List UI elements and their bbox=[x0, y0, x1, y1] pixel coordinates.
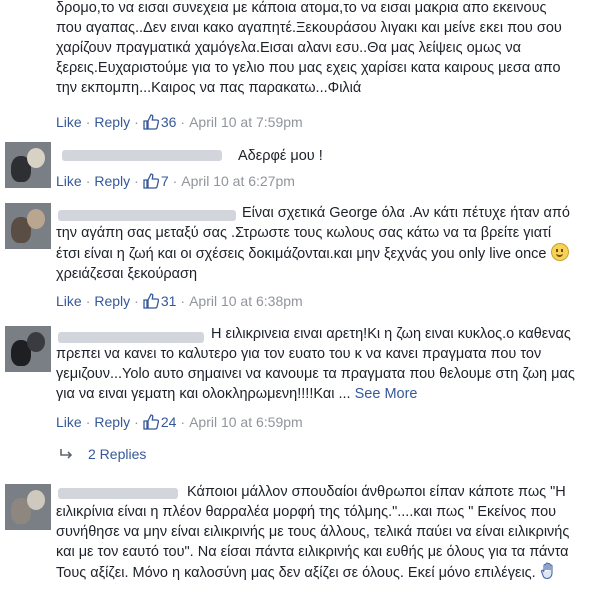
comment-text-line: ξερεις.Ευχαριστούμε για το γελιο που μας… bbox=[56, 60, 561, 76]
like-button[interactable]: Like bbox=[56, 173, 82, 189]
avatar[interactable] bbox=[5, 484, 51, 530]
comment-text-line: χαρίζουν πραγματικά χαμόγελα.Εισαι αλανι… bbox=[56, 40, 521, 56]
comment-text-line: πρεπει να κανει το καλυτερο για τον ευατ… bbox=[56, 346, 542, 362]
reply-button[interactable]: Reply bbox=[94, 173, 130, 189]
reply-button[interactable]: Reply bbox=[94, 293, 130, 309]
like-count[interactable]: 24 bbox=[161, 414, 177, 430]
avatar[interactable] bbox=[5, 203, 51, 249]
avatar[interactable] bbox=[5, 142, 51, 188]
comment-text-line: και με τον εαυτό του". Να είσαι πάντα ει… bbox=[56, 544, 569, 560]
comment-text-line: την αγάπη σας μεταξύ σας .Στρωστε τους κ… bbox=[56, 225, 552, 241]
comment-text-line: Είναι σχετικά George όλα .Αν κάτι πέτυχε… bbox=[242, 205, 570, 221]
timestamp[interactable]: April 10 at 6:59pm bbox=[189, 414, 303, 430]
smiley-emoji-icon bbox=[550, 243, 569, 261]
comment-4-actions: Like · Reply · 24 · April 10 at 6:59pm bbox=[56, 414, 303, 430]
comment-text-line: έτσι είναι η ζωή και οι σχέσεις δοκιμάζο… bbox=[56, 243, 570, 264]
avatar[interactable] bbox=[5, 326, 51, 372]
timestamp[interactable]: April 10 at 6:38pm bbox=[189, 293, 303, 309]
comment-text-line: την εκπομπη...Καιρος να πας παρακατω...Φ… bbox=[56, 80, 362, 96]
timestamp[interactable]: April 10 at 7:59pm bbox=[189, 114, 303, 130]
view-replies-link[interactable]: 2 Replies bbox=[60, 446, 146, 462]
see-more-link[interactable]: See More bbox=[355, 386, 418, 402]
comment-text-line: που αγαπας..Δεν ειναι κακο αγαπητέ.Ξεκου… bbox=[56, 20, 562, 36]
comment-text-line: για να ειναι γεματη και ολοκληρωμενη!!!!… bbox=[56, 386, 418, 402]
comment-text-line: Αδερφέ μου ! bbox=[238, 148, 323, 164]
reply-button[interactable]: Reply bbox=[94, 114, 130, 130]
replies-count-label[interactable]: 2 Replies bbox=[88, 446, 146, 462]
comment-5-text: Κάποιοι μάλλον σπουδαίοι άνθρωποι είπαν … bbox=[56, 482, 569, 583]
like-button[interactable]: Like bbox=[56, 114, 82, 130]
comment-text-line: ειλικρίνια είναι η πλέον θαρραλέα μορφή … bbox=[56, 504, 557, 520]
comment-1-actions: Like · Reply · 36 · April 10 at 7:59pm bbox=[56, 114, 303, 130]
comment-text-line: χρειάζεσαι ξεκούραση bbox=[56, 266, 198, 282]
comment-text-line: συνήθησε να μην είναι ειλικρινής με τους… bbox=[56, 524, 570, 540]
commenter-name-blurred[interactable] bbox=[62, 150, 222, 161]
thumbs-up-icon[interactable] bbox=[143, 114, 159, 130]
comment-4-text: Η ειλικρινεια ειναι αρετη!Κι η ζωη ειναι… bbox=[56, 324, 575, 404]
reply-button[interactable]: Reply bbox=[94, 414, 130, 430]
comment-text-line: Κάποιοι μάλλον σπουδαίοι άνθρωποι είπαν … bbox=[187, 484, 566, 500]
comment-2-actions: Like · Reply · 7 · April 10 at 6:27pm bbox=[56, 173, 295, 189]
comment-3-text: Είναι σχετικά George όλα .Αν κάτι πέτυχε… bbox=[56, 203, 570, 284]
comment-text-line: Η ειλικρινεια ειναι αρετη!Κι η ζωη ειναι… bbox=[211, 326, 571, 342]
like-button[interactable]: Like bbox=[56, 414, 82, 430]
like-count[interactable]: 31 bbox=[161, 293, 177, 309]
comment-3-actions: Like · Reply · 31 · April 10 at 6:38pm bbox=[56, 293, 303, 309]
thumbs-up-icon[interactable] bbox=[143, 414, 159, 430]
raised-hand-emoji-icon bbox=[540, 562, 553, 580]
comment-2-text: Αδερφέ μου ! bbox=[238, 146, 323, 166]
like-button[interactable]: Like bbox=[56, 293, 82, 309]
thumbs-up-icon[interactable] bbox=[143, 173, 159, 189]
comment-text-line: Τους αξίζει. Μόνο η καλοσύνη μας δεν αξί… bbox=[56, 562, 569, 583]
comment-thread: δρομο,το να εισαι συνεχεια με κάποια ατο… bbox=[0, 0, 600, 590]
comment-text-line: δρομο,το να εισαι συνεχεια με κάποια ατο… bbox=[56, 0, 547, 16]
comment-text-line: γεμιζουν...Yolo αυτο σημαινει να κανουμε… bbox=[56, 366, 575, 382]
timestamp[interactable]: April 10 at 6:27pm bbox=[181, 173, 295, 189]
like-count[interactable]: 7 bbox=[161, 173, 169, 189]
reply-arrow-icon bbox=[60, 449, 73, 459]
thumbs-up-icon[interactable] bbox=[143, 293, 159, 309]
comment-1-text: δρομο,το να εισαι συνεχεια με κάποια ατο… bbox=[56, 0, 562, 98]
like-count[interactable]: 36 bbox=[161, 114, 177, 130]
